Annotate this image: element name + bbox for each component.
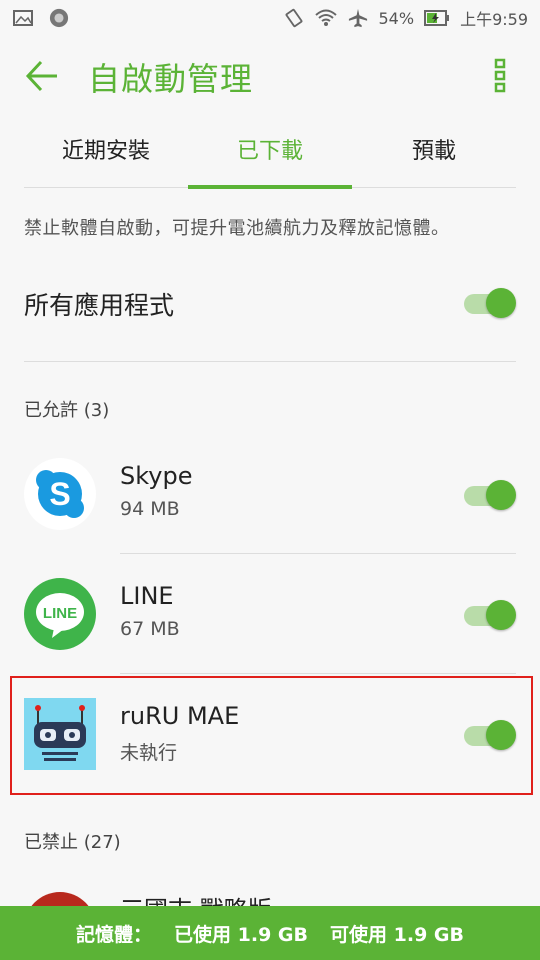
toggle-thumb: [486, 600, 516, 630]
tab-bar: 近期安裝 已下載 預載: [24, 116, 516, 189]
memory-label: 記憶體：: [75, 923, 152, 946]
svg-text:S: S: [49, 476, 70, 512]
gallery-icon: [13, 10, 33, 26]
blocked-section-heading: 已禁止 (27): [24, 832, 121, 853]
app-row-line[interactable]: LINE LINE 67 MB: [24, 556, 516, 674]
allowed-section-heading: 已允許 (3): [24, 400, 110, 421]
tab-recent-installs[interactable]: 近期安裝: [24, 116, 188, 187]
record-icon: [49, 8, 69, 28]
highlight-box: [10, 676, 533, 795]
description-text: 禁止軟體自啟動，可提升電池續航力及釋放記憶體。: [24, 218, 450, 239]
vibrate-icon: [285, 8, 302, 28]
line-autostart-toggle[interactable]: [460, 600, 516, 630]
app-bar: 自啟動管理: [0, 36, 540, 116]
tab-downloaded[interactable]: 已下載: [188, 116, 352, 189]
back-arrow-icon[interactable]: [24, 58, 60, 94]
toggle-thumb: [486, 288, 516, 318]
toggle-thumb: [486, 480, 516, 510]
row-divider: [120, 673, 516, 674]
airplane-icon: [348, 8, 367, 28]
memory-available: 可使用 1.9 GB: [330, 920, 464, 947]
all-apps-row[interactable]: 所有應用程式: [24, 268, 516, 362]
app-size: 94 MB: [120, 498, 180, 520]
all-apps-toggle[interactable]: [460, 288, 516, 318]
skype-autostart-toggle[interactable]: [460, 480, 516, 510]
row-divider: [120, 553, 516, 554]
app-row-skype[interactable]: S Skype 94 MB: [24, 436, 516, 554]
memory-used-label: 已使用: [174, 923, 232, 946]
all-apps-label: 所有應用程式: [24, 291, 175, 320]
app-name: LINE: [120, 582, 174, 610]
app-name: Skype: [120, 462, 193, 490]
page-title: 自啟動管理: [88, 60, 254, 98]
skype-icon: S: [24, 458, 96, 530]
svg-text:LINE: LINE: [43, 605, 77, 622]
clock: 上午9:59: [460, 10, 528, 29]
memory-available-value: 1.9 GB: [393, 923, 464, 946]
tab-preloaded[interactable]: 預載: [352, 116, 516, 187]
battery-charging-icon: [424, 10, 450, 26]
memory-available-label: 可使用: [330, 923, 388, 946]
memory-used-value: 1.9 GB: [237, 923, 308, 946]
memory-status-bar: 記憶體： 已使用 1.9 GB 可使用 1.9 GB: [0, 906, 540, 960]
app-size: 67 MB: [120, 618, 180, 640]
line-icon: LINE: [24, 578, 96, 650]
wifi-icon: [314, 9, 337, 26]
status-bar: 54% 上午9:59: [0, 0, 540, 36]
memory-used: 已使用 1.9 GB: [174, 920, 308, 947]
battery-percent: 54%: [378, 8, 415, 28]
more-options-icon[interactable]: [492, 58, 508, 94]
